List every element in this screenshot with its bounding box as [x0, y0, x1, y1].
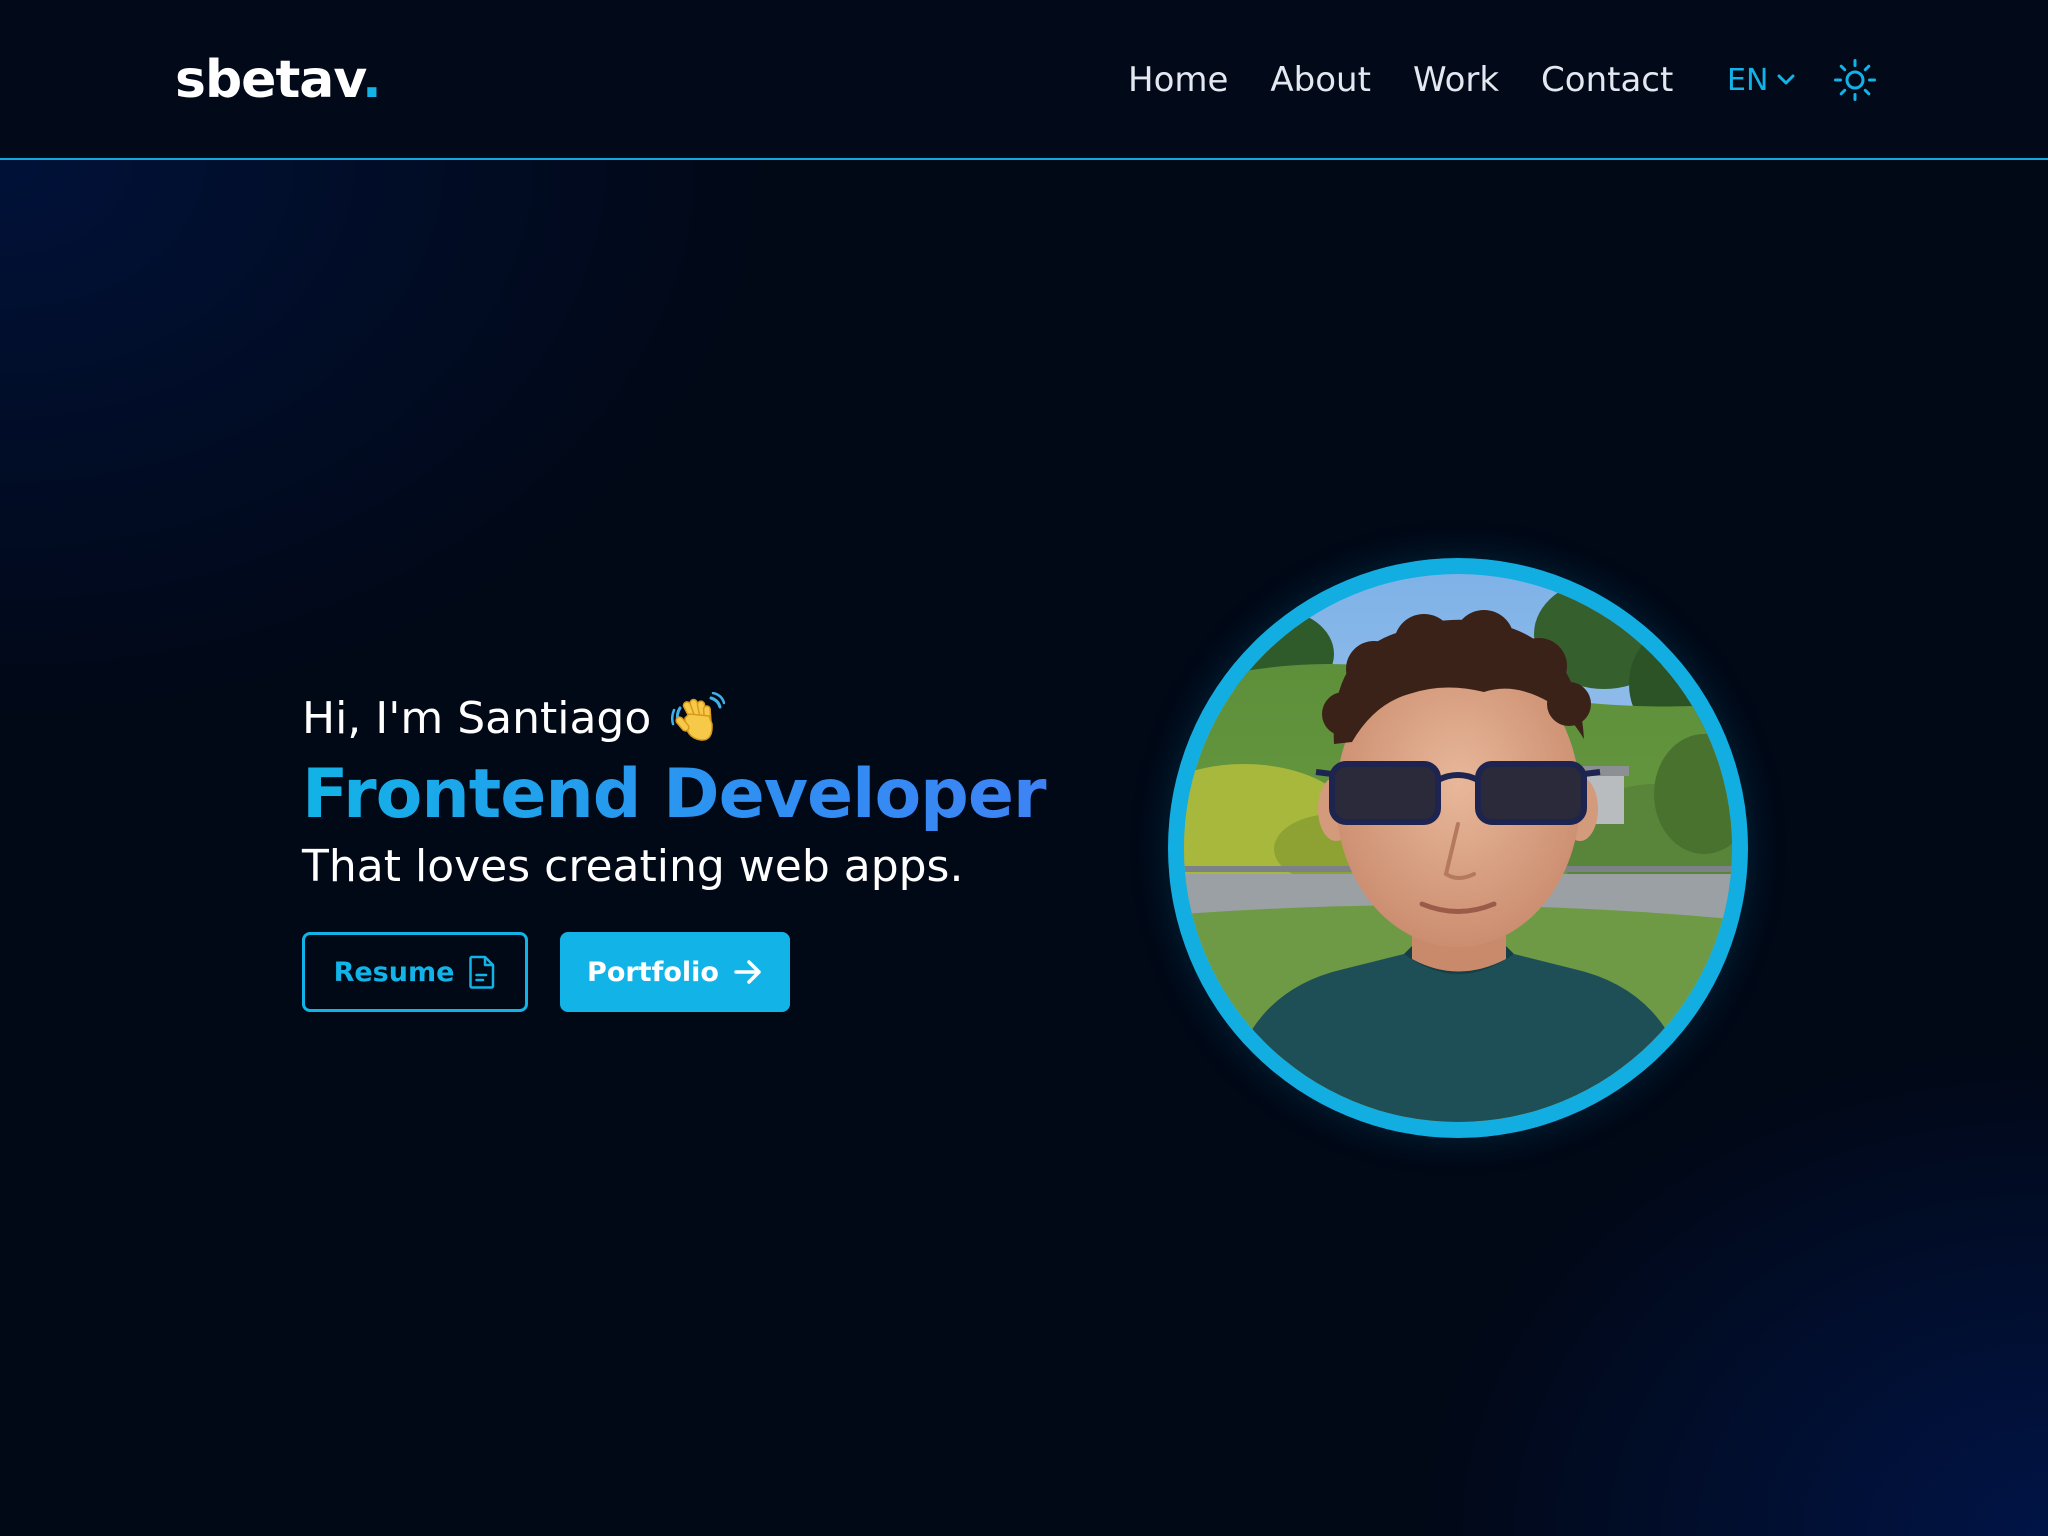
hero-role: Frontend Developer — [302, 754, 1062, 836]
arrow-right-icon — [733, 959, 763, 985]
language-label: EN — [1727, 63, 1769, 98]
theme-toggle-button[interactable] — [1833, 58, 1877, 102]
profile-photo-frame — [1168, 558, 1748, 1138]
portfolio-button[interactable]: Portfolio — [560, 932, 790, 1012]
waving-hand-icon — [671, 691, 726, 746]
hero-tagline: That loves creating web apps. — [302, 841, 964, 892]
resume-button-label: Resume — [333, 956, 455, 988]
profile-photo — [1184, 574, 1732, 1122]
logo[interactable]: sbetav. — [175, 48, 382, 112]
nav-link-about[interactable]: About — [1270, 54, 1371, 106]
resume-button[interactable]: Resume — [302, 932, 528, 1012]
hero-buttons: Resume Portfolio — [302, 932, 790, 1012]
logo-dot: . — [362, 50, 382, 110]
greeting-text: Hi, I'm Santiago — [302, 693, 652, 744]
main-nav: Home About Work Contact — [1128, 54, 1673, 106]
document-icon — [468, 955, 496, 989]
site-header: sbetav. Home About Work Contact EN — [0, 0, 2048, 160]
sun-icon — [1833, 59, 1877, 106]
nav-link-home[interactable]: Home — [1128, 54, 1228, 106]
language-selector[interactable]: EN — [1727, 58, 1796, 104]
hero-greeting: Hi, I'm Santiago — [302, 690, 1062, 748]
nav-link-work[interactable]: Work — [1413, 54, 1499, 106]
hero-section: Hi, I'm Santiago Frontend Developer That… — [302, 690, 1062, 896]
chevron-down-icon — [1776, 72, 1796, 91]
portfolio-button-label: Portfolio — [587, 956, 719, 988]
nav-link-contact[interactable]: Contact — [1541, 54, 1673, 106]
logo-text: sbetav — [175, 50, 363, 110]
